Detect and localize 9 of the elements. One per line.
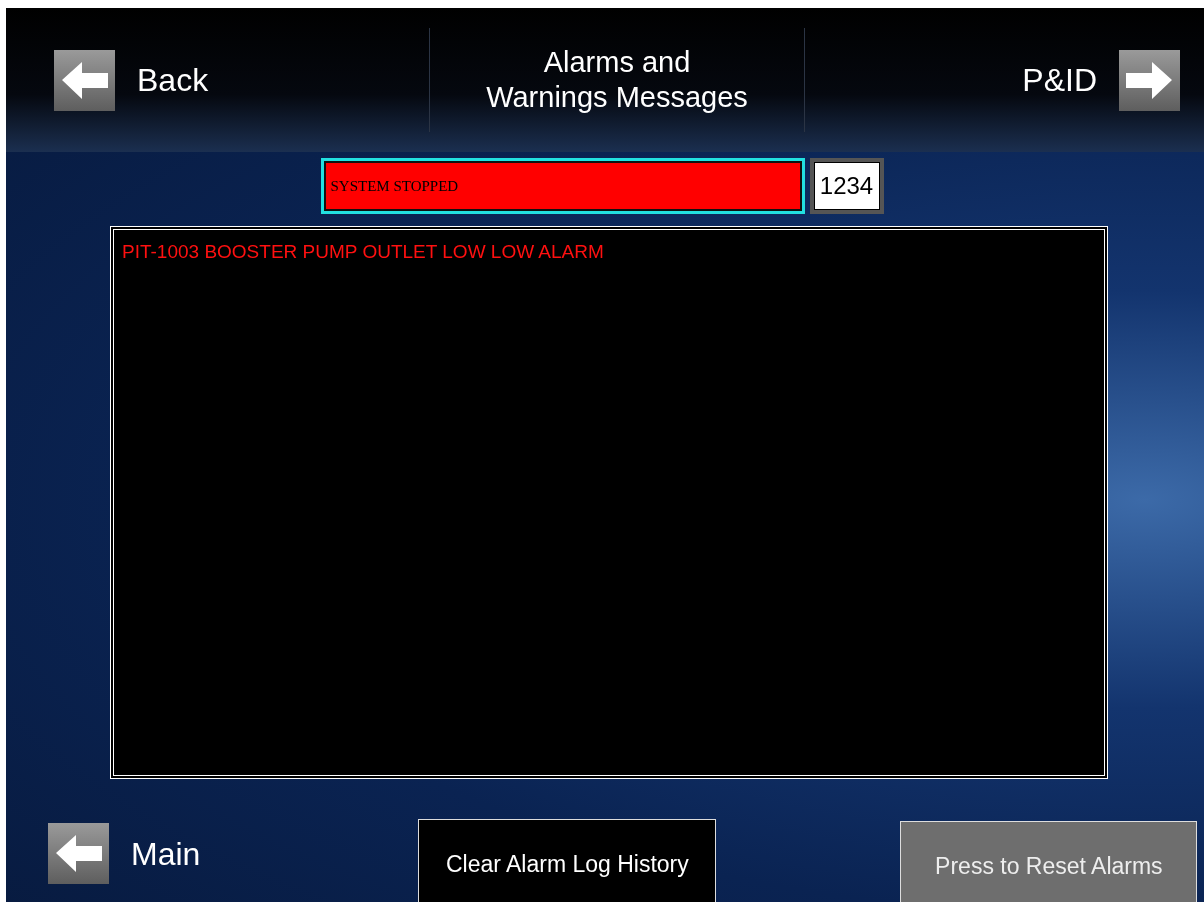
main-button[interactable]: Main	[48, 823, 201, 884]
alarm-message: PIT-1003 BOOSTER PUMP OUTLET LOW LOW ALARM	[122, 240, 605, 264]
back-button[interactable]: Back	[54, 49, 209, 111]
reset-alarms-button[interactable]: Press to Reset Alarms	[900, 821, 1198, 902]
counter-display: 1234	[809, 158, 884, 214]
screen-title: Alarms and Warnings Messages	[485, 45, 749, 115]
status-message: SYSTEM STOPPED	[320, 158, 805, 214]
clear-log-button[interactable]: Clear Alarm Log History	[418, 819, 717, 902]
pid-button[interactable]: P&ID	[1022, 49, 1180, 111]
